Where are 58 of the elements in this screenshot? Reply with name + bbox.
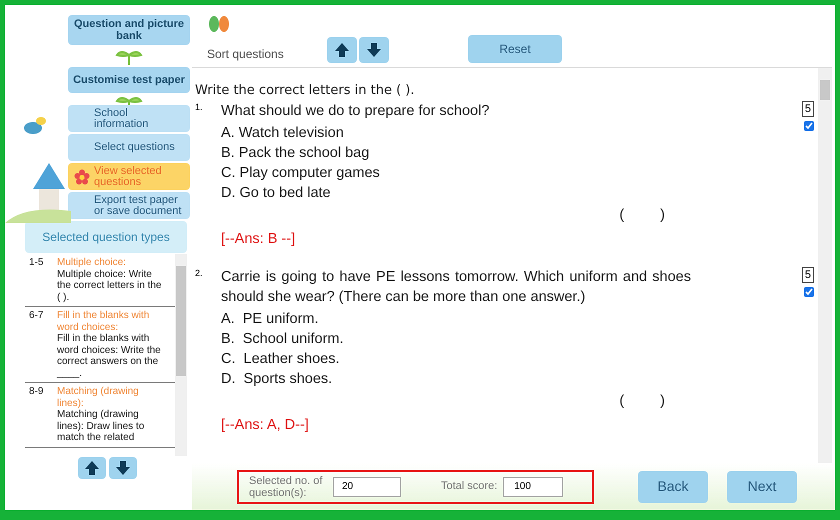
question-range: 6-7 xyxy=(28,310,44,323)
up-arrow-icon xyxy=(333,41,351,59)
answer-key: [--Ans: B --] xyxy=(221,228,691,248)
nav-step-button[interactable]: Export test paper or save document xyxy=(68,192,190,219)
question-type-description: Fill in the blanks with word choices: Write the correct answers on the ____. xyxy=(57,333,162,379)
total-score-field[interactable]: 100 xyxy=(503,476,564,496)
question-checkbox[interactable] xyxy=(804,286,814,296)
count-label: Selected no. of question(s): xyxy=(249,474,324,498)
down-arrow-icon xyxy=(114,459,132,477)
flower-icon xyxy=(74,168,90,184)
move-down-button[interactable] xyxy=(359,37,389,63)
question-type-title: Multiple choice: xyxy=(57,257,127,268)
nav-button[interactable]: Back xyxy=(638,470,708,502)
sort-label: Sort questions xyxy=(207,46,285,63)
answer-option: A. PE uniform. xyxy=(221,308,691,328)
reset-button[interactable]: Reset xyxy=(468,35,562,63)
question-number: 2. xyxy=(195,266,204,280)
score-label: Total score: xyxy=(441,479,498,494)
answer-bracket: ) xyxy=(660,206,665,224)
move-up-button[interactable] xyxy=(78,457,106,479)
answer-option: B. School uniform. xyxy=(221,328,691,348)
answer-bracket: ( xyxy=(619,392,624,410)
instruction: Write the correct letters in the ( ). xyxy=(195,82,416,100)
question-type-description: Multiple choice: Write the correct letters in the ( ). xyxy=(57,268,162,303)
question-number: 1. xyxy=(195,100,204,114)
score-field[interactable]: 5 xyxy=(802,100,814,116)
scrollbar[interactable] xyxy=(175,254,187,456)
answer-bracket: ) xyxy=(660,392,665,410)
nav-button[interactable]: Next xyxy=(727,470,797,502)
answer-option: A. Watch television xyxy=(221,122,691,142)
down-arrow-icon xyxy=(365,41,383,59)
nav-header-button[interactable]: Question and picture bank xyxy=(68,15,190,45)
nav-step-button[interactable]: School information xyxy=(68,105,190,132)
question-checkbox[interactable] xyxy=(804,120,814,130)
question-range: 8-9 xyxy=(28,386,44,399)
question-text: Carrie is going to have PE lessons tomorrow. Which uniform and shoes should she wear? (There can be more than one answer.) xyxy=(221,268,691,306)
answer-option: B. Pack the school bag xyxy=(221,142,691,162)
up-arrow-icon xyxy=(83,459,101,477)
question-text: What should we do to prepare for school? xyxy=(221,102,490,120)
question-types-header: Selected question types xyxy=(25,221,187,253)
answer-option: C. Play computer games xyxy=(221,162,691,182)
count-field[interactable]: 20 xyxy=(333,476,401,496)
answer-bracket: ( xyxy=(619,206,624,224)
score-field[interactable]: 5 xyxy=(802,266,814,282)
move-down-button[interactable] xyxy=(109,457,137,479)
question-range: 1-5 xyxy=(28,257,44,270)
answer-option: D. Go to bed late xyxy=(221,182,691,202)
nav-step-button[interactable]: Select questions xyxy=(68,134,190,161)
question-type-title: Matching (drawing lines): xyxy=(57,386,140,409)
answer-option: C. Leather shoes. xyxy=(221,348,691,368)
house-drawing xyxy=(5,163,71,223)
question-type-description: Matching (drawing lines): Draw lines to match the related xyxy=(57,409,146,444)
answer-option: D. Sports shoes. xyxy=(221,368,691,388)
question-type-title: Fill in the blanks with word choices: xyxy=(57,310,150,333)
move-up-button[interactable] xyxy=(327,37,357,63)
answer-key: [--Ans: A, D--] xyxy=(221,414,691,434)
nav-header-button[interactable]: Customise test paper xyxy=(68,67,190,93)
scrollbar[interactable] xyxy=(818,68,832,463)
